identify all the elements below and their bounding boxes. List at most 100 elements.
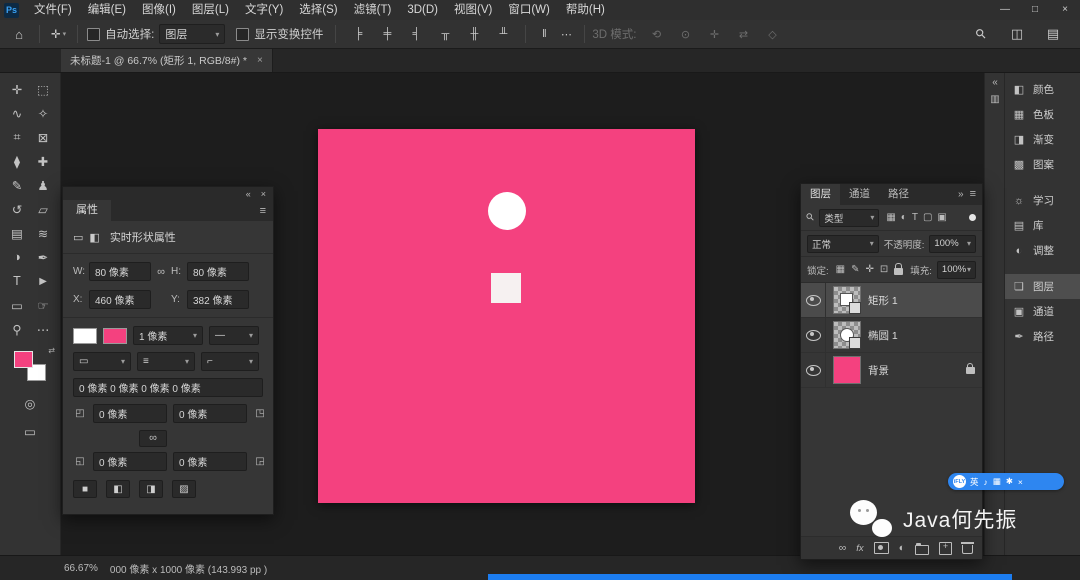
tool-gradient[interactable]: ▤ xyxy=(4,221,30,245)
tool-lasso[interactable]: ∿ xyxy=(4,101,30,125)
photoshop-logo-icon[interactable]: Ps xyxy=(4,3,19,18)
dock-item-color[interactable]: ◧颜色 xyxy=(1005,77,1080,102)
stroke-swatch[interactable] xyxy=(103,328,127,344)
menu-file[interactable]: 文件(F) xyxy=(26,0,80,20)
search-icon[interactable]: ⚲ xyxy=(966,19,996,49)
y-field[interactable]: 382 像素 xyxy=(187,290,249,309)
filter-shape-icon[interactable]: ▢ xyxy=(923,212,932,223)
tool-dodge[interactable]: ◑ xyxy=(4,245,30,269)
tool-pen[interactable]: ✒ xyxy=(30,245,56,269)
delete-layer-icon[interactable] xyxy=(962,545,973,554)
new-adjustment-icon[interactable]: ◐ xyxy=(899,542,905,554)
width-field[interactable]: 80 像素 xyxy=(89,262,151,281)
panel-collapse-icon[interactable]: » xyxy=(954,184,968,205)
tool-eraser[interactable]: ▱ xyxy=(30,197,56,221)
tool-marquee[interactable]: ⬚ xyxy=(30,77,56,101)
dock-item-gradients[interactable]: ◨渐变 xyxy=(1005,127,1080,152)
document-tab[interactable]: 未标题-1 @ 66.7% (矩形 1, RGB/8#) * × xyxy=(61,49,273,72)
align-right-icon[interactable]: ╡ xyxy=(405,28,427,40)
dock-item-libraries[interactable]: ▤库 xyxy=(1005,213,1080,238)
combine-shapes-button[interactable]: ■ xyxy=(73,480,97,498)
tool-frame[interactable]: ⊠ xyxy=(30,125,56,149)
auto-select-checkbox[interactable] xyxy=(87,28,100,41)
link-corners-icon[interactable]: ∞ xyxy=(139,430,167,447)
current-tool-icon[interactable]: ✛ ▾ xyxy=(47,27,70,41)
fill-swatch[interactable] xyxy=(73,328,97,344)
height-field[interactable]: 80 像素 xyxy=(187,262,249,281)
panels-layout-icon[interactable]: ▤ xyxy=(1040,26,1066,42)
tool-brush[interactable]: ✎ xyxy=(4,173,30,197)
tool-blur[interactable]: ≋ xyxy=(30,221,56,245)
corner-topright-field[interactable]: 0 像素 xyxy=(173,404,247,423)
ifly-logo[interactable]: iFLY xyxy=(953,475,966,488)
layers-menu-icon[interactable]: ≡ xyxy=(968,184,982,205)
stroke-option-3[interactable]: ⌐▾ xyxy=(201,352,259,371)
roll-3d-icon[interactable]: ⊙ xyxy=(674,28,696,41)
blend-mode-dropdown[interactable]: 正常 ▾ xyxy=(807,235,879,253)
workspace-icon[interactable]: ◫ xyxy=(1004,26,1030,42)
orbit-3d-icon[interactable]: ⟲ xyxy=(645,28,667,41)
close-panel-icon[interactable]: × xyxy=(261,189,266,199)
visibility-toggle[interactable] xyxy=(801,318,826,352)
slide-3d-icon[interactable]: ⇄ xyxy=(732,28,754,41)
zoom-level[interactable]: 66.67% xyxy=(64,563,98,574)
menu-type[interactable]: 文字(Y) xyxy=(237,0,291,20)
corner-bottomleft-field[interactable]: 0 像素 xyxy=(93,452,167,471)
corner-bottomright-field[interactable]: 0 像素 xyxy=(173,452,247,471)
grid-icon[interactable]: ▦ xyxy=(993,476,1001,487)
stroke-style-dropdown[interactable]: — ▾ xyxy=(209,326,259,345)
tool-crop[interactable]: ⌗ xyxy=(4,125,30,149)
align-top-icon[interactable]: ╥ xyxy=(434,28,456,40)
menu-select[interactable]: 选择(S) xyxy=(291,0,345,20)
filter-pixel-icon[interactable]: ▦ xyxy=(886,212,895,223)
filter-adjustment-icon[interactable]: ◐ xyxy=(901,212,907,223)
menu-image[interactable]: 图像(I) xyxy=(134,0,184,20)
screen-mode-icon[interactable]: ▭ xyxy=(17,419,43,443)
tool-move[interactable]: ✛ xyxy=(4,77,30,101)
foreground-swatch[interactable] xyxy=(14,351,33,368)
quick-mask-icon[interactable]: ◎ xyxy=(17,391,43,415)
collapse-panel-icon[interactable]: « xyxy=(246,189,251,199)
add-mask-icon[interactable] xyxy=(874,542,889,554)
auto-select-target-dropdown[interactable]: 图层 ▾ xyxy=(159,24,225,44)
tool-clone-stamp[interactable]: ♟ xyxy=(30,173,56,197)
layer-effects-icon[interactable]: fx xyxy=(856,543,863,554)
zoom-3d-icon[interactable]: ◇ xyxy=(761,28,783,41)
menu-help[interactable]: 帮助(H) xyxy=(558,0,613,20)
tool-rectangle[interactable]: ▭ xyxy=(4,293,30,317)
canvas-square[interactable] xyxy=(491,273,521,303)
filter-smart-icon[interactable]: ▣ xyxy=(937,212,946,223)
distribute-icon[interactable]: ‖ xyxy=(533,28,555,40)
align-center-v-icon[interactable]: ╫ xyxy=(463,28,485,40)
stroke-width-field[interactable]: 1 像素 ▾ xyxy=(133,326,203,345)
menu-view[interactable]: 视图(V) xyxy=(446,0,500,20)
fill-dropdown[interactable]: 100% ▾ xyxy=(937,261,976,279)
dock-item-layers[interactable]: ❏图层 xyxy=(1005,274,1080,299)
home-icon[interactable]: ⌂ xyxy=(6,27,32,42)
intersect-shapes-button[interactable]: ◨ xyxy=(139,480,163,498)
stroke-option-2[interactable]: ≡▾ xyxy=(137,352,195,371)
tool-quick-select[interactable]: ✧ xyxy=(30,101,56,125)
menu-filter[interactable]: 滤镜(T) xyxy=(346,0,400,20)
menu-threed[interactable]: 3D(D) xyxy=(399,0,446,20)
subtract-shape-button[interactable]: ◧ xyxy=(106,480,130,498)
tool-edit-toolbar[interactable]: ⋯ xyxy=(30,317,56,341)
tab-layers[interactable]: 图层 xyxy=(801,184,840,205)
menu-layer[interactable]: 图层(L) xyxy=(184,0,237,20)
tab-properties[interactable]: 属性 xyxy=(63,200,111,221)
new-group-icon[interactable] xyxy=(915,545,929,555)
visibility-toggle[interactable] xyxy=(801,283,826,317)
document-info[interactable]: 000 像素 x 1000 像素 (143.993 pp ) xyxy=(110,561,267,576)
tab-paths[interactable]: 路径 xyxy=(879,184,918,205)
ifly-toolbar[interactable]: iFLY 英♪▦✱× xyxy=(948,473,1064,490)
layer-row[interactable]: 椭圆 1 xyxy=(801,318,982,353)
artboard[interactable] xyxy=(318,129,695,503)
new-layer-icon[interactable] xyxy=(939,542,952,555)
canvas-circle[interactable] xyxy=(488,192,526,230)
layer-row[interactable]: 矩形 1 xyxy=(801,283,982,318)
collapse-panels-icon[interactable]: « xyxy=(992,77,998,88)
speaker-icon[interactable]: ♪ xyxy=(984,477,988,487)
dock-item-paths[interactable]: ✒路径 xyxy=(1005,324,1080,349)
swap-colors-icon[interactable]: ⇄ xyxy=(48,346,55,355)
exclude-shapes-button[interactable]: ▨ xyxy=(172,480,196,498)
